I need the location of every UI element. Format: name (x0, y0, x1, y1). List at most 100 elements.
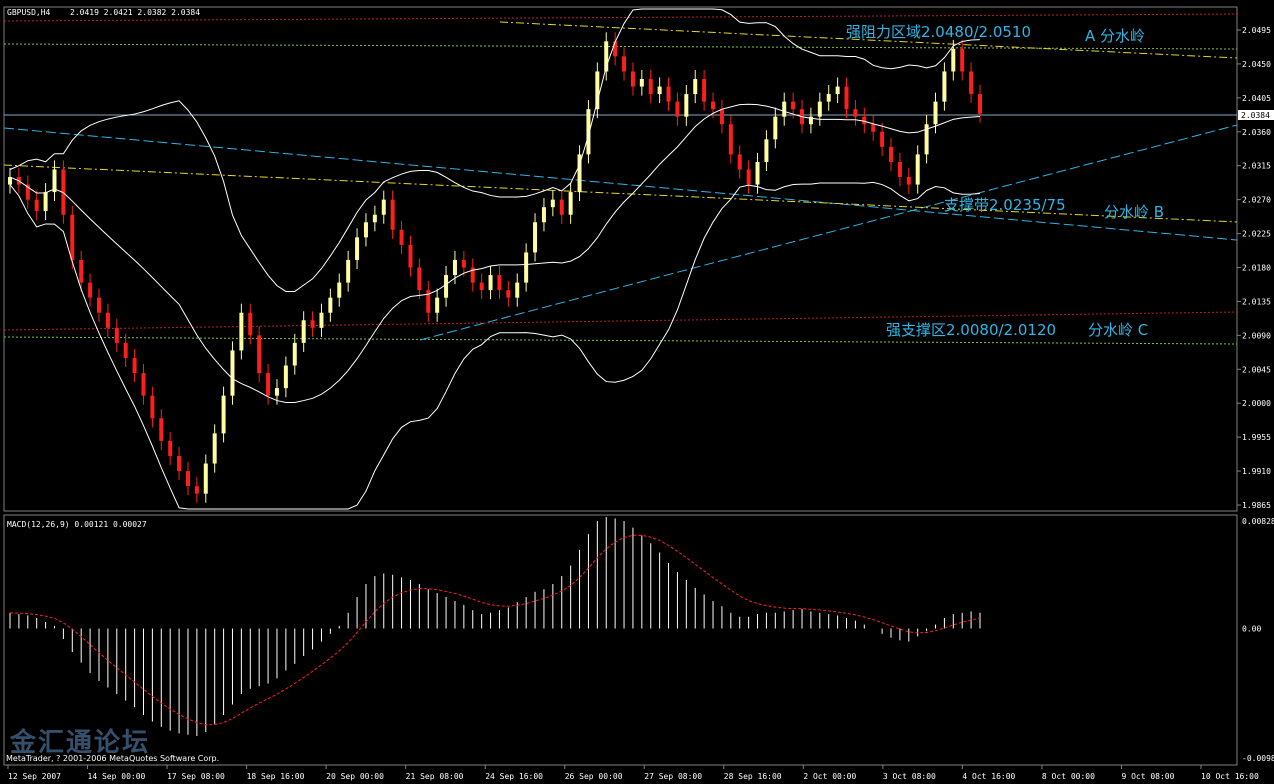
candle-body (123, 342, 128, 358)
macd-tick-label: 0.00 (1242, 625, 1261, 634)
candle-body (737, 154, 742, 170)
macd-tick-label: -0.00988 (1242, 754, 1274, 763)
candle-body (43, 192, 48, 211)
candle-body (168, 440, 173, 456)
candle-body (782, 101, 787, 117)
price-tick-label: 2.0360 (1242, 128, 1271, 137)
candle-body (817, 101, 822, 117)
time-tick-label: 10 Oct 16:00 (1201, 772, 1259, 781)
candle-body (639, 79, 644, 87)
candle-body (363, 222, 368, 238)
candle-body (693, 79, 698, 95)
price-tick-label: 2.0225 (1242, 230, 1271, 239)
time-tick-label: 26 Sep 00:00 (565, 772, 623, 781)
price-tick-label: 2.0450 (1242, 60, 1271, 69)
time-tick-label: 27 Sep 08:00 (644, 772, 702, 781)
candle-body (132, 357, 137, 374)
candle-body (105, 312, 110, 328)
candle-body (613, 41, 618, 57)
candle-body (230, 350, 235, 396)
price-tick-label: 2.0495 (1242, 26, 1271, 35)
strong-support-annotation: 强支撑区2.0080/2.0120 (886, 321, 1056, 339)
candle-body (648, 79, 653, 95)
candle-body (399, 229, 404, 245)
candle-body (355, 237, 360, 260)
price-tick-label: 2.0135 (1242, 297, 1271, 306)
time-tick-label: 12 Sep 2007 (8, 772, 61, 781)
candle-body (728, 124, 733, 155)
price-tick-label: 1.9865 (1242, 501, 1271, 510)
candle-body (880, 131, 885, 147)
candle-body (960, 48, 965, 72)
candle-body (568, 192, 573, 215)
candle-body (301, 320, 306, 343)
candle-body (897, 161, 902, 178)
candle-body (435, 297, 440, 313)
time-tick-label: 9 Oct 08:00 (1121, 772, 1174, 781)
candle-body (372, 214, 377, 223)
candle-body (719, 109, 724, 125)
candle-body (159, 418, 164, 441)
candle-body (34, 199, 39, 211)
time-tick-label: 4 Oct 16:00 (962, 772, 1015, 781)
time-tick-label: 18 Sep 16:00 (247, 772, 305, 781)
candle-body (550, 199, 555, 208)
price-tick-label: 2.0270 (1242, 196, 1271, 205)
price-tick-label: 2.0405 (1242, 94, 1271, 103)
candle-body (524, 252, 529, 283)
candle-body (283, 365, 288, 389)
candle-body (479, 282, 484, 291)
current-price-label: 2.0384 (1241, 111, 1270, 120)
price-tick-label: 2.0000 (1242, 399, 1271, 408)
candle-body (835, 86, 840, 95)
price-tick-label: 2.0180 (1242, 264, 1271, 273)
candle-body (452, 259, 457, 276)
candle-body (461, 259, 466, 268)
price-chart[interactable]: 2.0495 2.0450 2.0405 2.0360 2.0315 2.0270 2.02… (0, 0, 1274, 784)
candle-body (346, 259, 351, 283)
time-tick-label: 2 Oct 00:00 (803, 772, 856, 781)
candle-body (764, 139, 769, 162)
candle-body (969, 71, 974, 95)
candle-body (239, 312, 244, 351)
candle-body (417, 267, 422, 291)
candle-body (675, 101, 680, 117)
candle-body (497, 275, 502, 291)
candle-body (194, 486, 199, 494)
ohlc-readout: 2.0419 2.0421 2.0382 2.0384 (70, 8, 200, 17)
candle-body (248, 312, 253, 336)
candle-body (310, 320, 315, 328)
candle-body (266, 373, 271, 396)
strong-support-tag-annotation: 分水岭 C (1088, 321, 1148, 339)
candle-body (773, 116, 778, 140)
price-tick-label: 1.9910 (1242, 467, 1271, 476)
candle-body (559, 199, 564, 215)
candle-body (488, 275, 493, 291)
time-tick-label: 21 Sep 08:00 (406, 772, 464, 781)
candle-body (88, 282, 93, 298)
candle-body (684, 94, 689, 117)
bollinger-upper-band (9, 8, 981, 292)
candle-body (541, 207, 546, 223)
candle-body (666, 86, 671, 102)
candle-body (595, 71, 600, 110)
candle-body (906, 177, 911, 185)
candle-body (212, 433, 217, 464)
candle-body (702, 79, 707, 102)
time-tick-label: 20 Sep 00:00 (326, 772, 384, 781)
price-tick-label: 2.0045 (1242, 365, 1271, 374)
candle-body (337, 282, 342, 298)
candle-body (292, 342, 297, 366)
price-tick-label: 2.0090 (1242, 331, 1271, 340)
candle-body (381, 199, 386, 215)
candle-body (141, 373, 146, 396)
main-plot-frame (3, 6, 1238, 512)
bollinger-middle-band (9, 103, 981, 403)
candle-body (70, 214, 75, 260)
candle-body (221, 395, 226, 434)
candle-body (746, 169, 751, 185)
support-band-tag-annotation: 分水岭 B (1104, 203, 1164, 221)
candle-body (515, 282, 520, 298)
candle-body (328, 297, 333, 313)
forum-watermark-logo: 金汇通论坛 (10, 728, 151, 758)
